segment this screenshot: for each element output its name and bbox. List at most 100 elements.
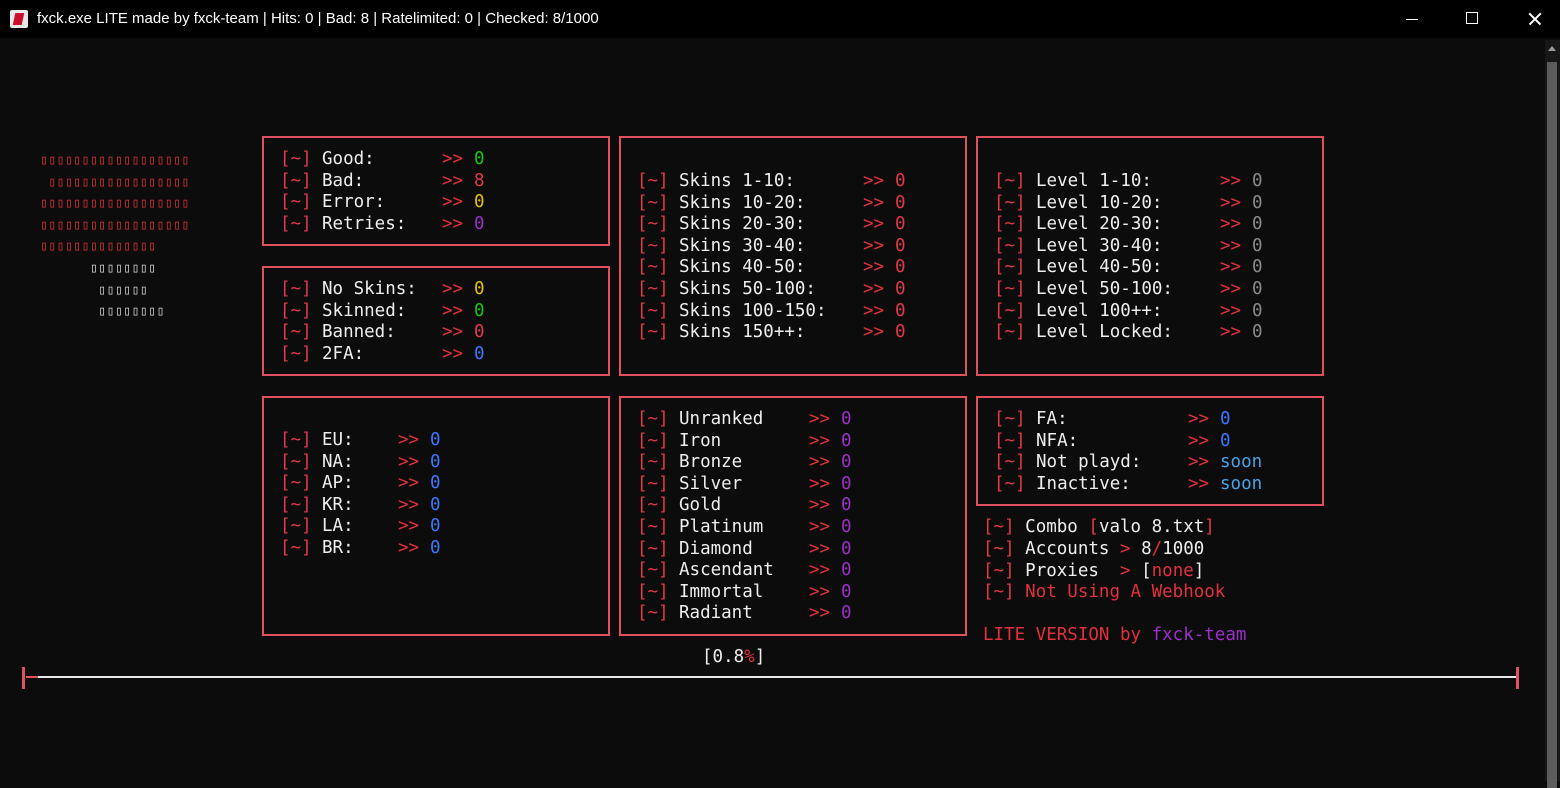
row-label: Bad: [322,170,365,191]
separator: / [1151,539,1163,559]
prefix-bracket: [~] [994,171,1026,191]
rank-row: [~] Platinum >> 0 [637,516,852,538]
row-label: Skins 50-100: [679,279,816,299]
level-row: [~] Level 10-20: >> 0 [994,192,1263,214]
arrow: >> [863,279,885,299]
arrow: >> [809,603,831,624]
row-value: 0 [1220,409,1231,429]
percent-sign: % [744,647,755,667]
progress-percent: [0.8%] [702,646,765,668]
version-line: LITE VERSION by fxck-team [983,624,1246,646]
arrow: >> [1220,235,1242,256]
logo-line: ▯▯▯▯▯▯▯▯▯▯▯▯▯▯▯▯▯▯ [40,153,190,168]
row-label: Level 100++: [1036,300,1163,321]
prefix-bracket: [~] [994,235,1026,256]
maximize-button[interactable] [1442,0,1502,38]
arrow: >> [809,473,831,494]
skins-row: [~] Skins 150++: >> 0 [637,321,906,343]
arrow: >> [1220,171,1242,191]
row-value: 0 [841,495,852,516]
arrow: >> [398,430,420,450]
row-value: soon [1220,452,1263,473]
row-label: Level 1-10: [1036,171,1152,191]
row-value: 0 [895,192,906,213]
row-value: 0 [895,300,906,321]
row-value: 0 [895,257,906,278]
row-label: LA: [322,516,354,537]
row-label: NA: [322,451,354,472]
progress-cap-right [1516,667,1519,689]
webhook-status: Not Using A Webhook [1025,582,1226,602]
row-label: Diamond [679,538,753,559]
vertical-scrollbar[interactable] [1545,40,1560,788]
row-label: Level 20-30: [1036,214,1163,235]
prefix-bracket: [~] [994,452,1026,473]
prefix-bracket: [~] [637,430,669,451]
prefix-bracket: [~] [994,192,1026,213]
arrow: > [1120,539,1131,559]
row-value: 0 [1252,171,1263,191]
prefix-bracket: [~] [983,561,1015,581]
row-value: 0 [474,192,485,213]
row-value: 0 [895,235,906,256]
row-value: 0 [1252,322,1263,343]
row-label: Ascendant [679,560,774,581]
scroll-up-icon[interactable] [1548,46,1556,51]
row-value: 0 [1252,300,1263,321]
arrow: >> [809,495,831,516]
bracket: ] [754,647,766,667]
row-label: AP: [322,473,354,494]
skin-status-row: [~] 2FA: >> 0 [280,343,485,365]
arrow: >> [398,516,420,537]
prefix-bracket: [~] [280,279,312,299]
logo-line: ▯▯▯▯▯▯▯▯▯▯▯▯▯▯▯▯▯▯ [40,196,190,212]
version-text: LITE VERSION by [983,625,1142,645]
prefix-bracket: [~] [637,538,669,559]
access-row: [~] Not playd: >> soon [994,451,1262,473]
prefix-bracket: [~] [280,430,312,450]
prefix-bracket: [~] [280,192,312,213]
skin-status-row: [~] Skinned: >> 0 [280,300,485,322]
arrow: >> [809,517,831,537]
row-value: 0 [474,213,485,234]
rank-row: [~] Radiant >> 0 [637,602,852,624]
prefix-bracket: [~] [280,451,312,472]
prefix-bracket: [~] [280,149,312,169]
row-label: Skins 10-20: [679,192,806,213]
ranks-panel [619,396,967,636]
row-label: KR: [322,494,354,515]
prefix-bracket: [~] [637,495,669,516]
logo-line: ▯▯▯▯▯▯▯▯▯▯▯▯▯▯▯▯▯▯ [40,217,190,233]
title-bar: fxck.exe LITE made by fxck-team | Hits: … [0,0,1560,38]
row-label: BR: [322,538,354,558]
stat-row: [~] Good: >> 0 [280,148,485,170]
row-value: 0 [430,494,441,515]
scrollbar-thumb[interactable] [1547,62,1557,788]
prefix-bracket: [~] [280,322,312,343]
accounts-label: Accounts [1025,539,1110,559]
row-label: Inactive: [1036,473,1131,494]
arrow: >> [863,257,885,278]
row-label: Radiant [679,603,753,624]
prefix-bracket: [~] [280,494,312,515]
arrow: >> [863,300,885,321]
prefix-bracket: [~] [983,539,1015,559]
skins-row: [~] Skins 50-100: >> 0 [637,278,906,300]
arrow: >> [863,322,885,343]
row-value: 0 [430,451,441,472]
close-button[interactable] [1503,0,1560,38]
arrow: >> [398,473,420,494]
accounts-total: 1000 [1162,539,1205,559]
prefix-bracket: [~] [637,279,669,299]
prefix-bracket: [~] [637,300,669,321]
prefix-bracket: [~] [994,279,1026,299]
rank-row: [~] Unranked >> 0 [637,408,852,430]
arrow: >> [863,171,885,191]
prefix-bracket: [~] [994,257,1026,278]
ascii-logo: ▯▯▯▯▯▯▯▯▯▯▯▯▯▯▯▯▯▯ ▯▯▯▯▯▯▯▯▯▯▯▯▯▯▯▯▯ ▯▯▯… [40,150,190,323]
row-label: Silver [679,473,743,494]
arrow: >> [442,170,464,191]
skins-row: [~] Skins 1-10: >> 0 [637,170,906,192]
combo-label: Combo [1025,517,1078,537]
minimize-button[interactable] [1382,0,1442,38]
